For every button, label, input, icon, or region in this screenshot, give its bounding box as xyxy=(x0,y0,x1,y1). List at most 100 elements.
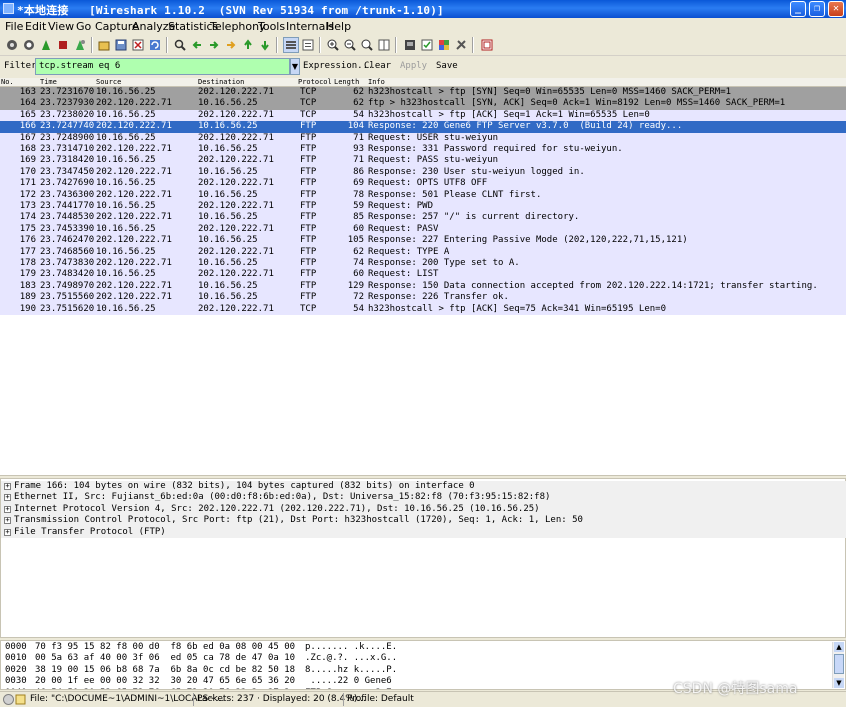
packet-row[interactable]: 179 23.7483420 10.16.56.25 202.120.222.71 FT… xyxy=(0,269,846,281)
packet-row[interactable]: 167 23.7248900 10.16.56.25 202.120.222.71 FT… xyxy=(0,132,846,144)
minimize-button[interactable]: _ xyxy=(790,1,806,17)
maximize-button[interactable]: ❐ xyxy=(809,1,825,17)
packet-cell-len: 71 xyxy=(353,132,364,143)
expand-icon[interactable]: + xyxy=(4,505,11,513)
reload-icon[interactable] xyxy=(147,37,163,53)
save-file-icon[interactable] xyxy=(113,37,129,53)
preferences-icon[interactable] xyxy=(453,37,469,53)
detail-tree-item[interactable]: + Internet Protocol Version 4, Src: 202.1… xyxy=(1,503,846,516)
packet-row[interactable]: 175 23.7453390 10.16.56.25 202.120.222.71 FT… xyxy=(0,223,846,236)
packet-row[interactable]: 178 23.7473830 202.120.222.71 10.16.56.25 FT… xyxy=(0,258,846,270)
expand-icon[interactable]: + xyxy=(4,517,11,525)
bytes-scrollbar[interactable]: ▲ ▼ xyxy=(832,642,844,688)
packet-row[interactable]: 190 23.7515620 10.16.56.25 202.120.222.71 TC… xyxy=(0,303,846,315)
column-header-destination[interactable]: Destination xyxy=(198,78,244,86)
go-first-icon[interactable] xyxy=(240,37,256,53)
packet-row[interactable]: 176 23.7462470 202.120.222.71 10.16.56.25 FT… xyxy=(0,235,846,247)
scroll-thumb[interactable] xyxy=(834,654,844,674)
filter-history-dropdown[interactable]: ▼ xyxy=(290,58,300,75)
menu-view[interactable]: View xyxy=(48,20,74,33)
menu-tools[interactable]: Tools xyxy=(258,20,285,33)
coloring-rules-icon[interactable] xyxy=(436,37,452,53)
packet-row[interactable]: 171 23.7427690 10.16.56.25 202.120.222.71 FT… xyxy=(0,178,846,190)
detail-tree-item[interactable]: + Transmission Control Protocol, Src Port… xyxy=(1,515,846,527)
packet-cell-time: 23.7483420 xyxy=(40,269,95,280)
column-header-length[interactable]: Length xyxy=(334,78,359,86)
save-filter-button[interactable]: Save xyxy=(436,61,458,71)
detail-tree-item[interactable]: + Ethernet II, Src: Fujianst_6b:ed:0a (00… xyxy=(1,492,846,504)
column-header-time[interactable]: Time xyxy=(40,78,57,86)
expression-button[interactable]: Expression... xyxy=(303,61,373,71)
packet-row[interactable]: 169 23.7318420 10.16.56.25 202.120.222.71 FT… xyxy=(0,155,846,167)
hex-row[interactable]: 0020 38 19 00 15 06 b8 68 7a 6b 8a 0c cd … xyxy=(1,665,841,676)
go-last-icon[interactable] xyxy=(257,37,273,53)
status-profile[interactable]: Profile: Default xyxy=(347,694,414,704)
packet-cell-proto: FTP xyxy=(300,292,317,303)
expand-icon[interactable]: + xyxy=(4,494,11,502)
column-header-no[interactable]: No. xyxy=(1,78,14,86)
packet-cell-proto: TCP xyxy=(300,98,317,109)
capture-options-icon[interactable] xyxy=(21,37,37,53)
packet-row[interactable]: 165 23.7238020 10.16.56.25 202.120.222.71 TC… xyxy=(0,109,846,122)
detail-tree-item[interactable]: + Frame 166: 104 bytes on wire (832 bits)… xyxy=(1,481,846,493)
packet-cell-len: 86 xyxy=(353,166,364,177)
packet-row[interactable]: 164 23.7237930 202.120.222.71 10.16.56.25 TC… xyxy=(0,98,846,110)
packet-cell-src: 202.120.222.71 xyxy=(96,121,172,132)
packet-cell-dst: 202.120.222.71 xyxy=(198,303,274,314)
resize-columns-icon[interactable] xyxy=(376,37,392,53)
expand-icon[interactable]: + xyxy=(4,483,11,490)
packet-cell-dst: 202.120.222.71 xyxy=(198,223,274,234)
start-capture-icon[interactable] xyxy=(38,37,54,53)
open-file-icon[interactable] xyxy=(96,37,112,53)
hex-row[interactable]: 0000 70 f3 95 15 82 f8 00 d0 f8 6b ed 0a … xyxy=(1,642,841,653)
capture-comments-icon[interactable] xyxy=(15,694,26,705)
go-forward-icon[interactable] xyxy=(206,37,222,53)
expand-icon[interactable]: + xyxy=(4,528,11,536)
menu-go[interactable]: Go xyxy=(76,20,91,33)
toolbar-separator xyxy=(91,37,93,53)
apply-filter-button[interactable]: Apply xyxy=(400,61,427,71)
packet-row[interactable]: 177 23.7468560 10.16.56.25 202.120.222.71 FT… xyxy=(0,246,846,258)
column-header-source[interactable]: Source xyxy=(96,78,121,86)
packet-row[interactable]: 172 23.7436300 202.120.222.71 10.16.56.25 FT… xyxy=(0,189,846,201)
find-packet-icon[interactable] xyxy=(172,37,188,53)
display-filters-icon[interactable] xyxy=(419,37,435,53)
display-filter-input[interactable]: tcp.stream eq 6 xyxy=(35,58,290,75)
scroll-down-icon[interactable]: ▼ xyxy=(834,678,844,688)
restart-capture-icon[interactable] xyxy=(72,37,88,53)
packet-row[interactable]: 163 23.7231670 10.16.56.25 202.120.222.71 TC… xyxy=(0,87,846,99)
stop-capture-icon[interactable] xyxy=(55,37,71,53)
zoom-out-icon[interactable] xyxy=(342,37,358,53)
help-icon[interactable] xyxy=(479,37,495,53)
packet-cell-src: 10.16.56.25 xyxy=(96,87,156,97)
colorize-icon[interactable] xyxy=(283,37,299,53)
scroll-up-icon[interactable]: ▲ xyxy=(834,642,844,652)
zoom-in-icon[interactable] xyxy=(325,37,341,53)
packet-row[interactable]: 166 23.7247740 202.120.222.71 10.16.56.25 FT… xyxy=(0,121,846,133)
capture-filters-icon[interactable] xyxy=(402,37,418,53)
normal-size-icon[interactable] xyxy=(359,37,375,53)
clear-filter-button[interactable]: Clear xyxy=(364,61,391,71)
packet-row[interactable]: 183 23.7498970 202.120.222.71 10.16.56.25 FT… xyxy=(0,280,846,293)
menu-edit[interactable]: Edit xyxy=(25,20,46,33)
close-button[interactable]: ✕ xyxy=(828,1,844,17)
column-header-info[interactable]: Info xyxy=(368,78,385,86)
go-to-packet-icon[interactable] xyxy=(223,37,239,53)
hex-row[interactable]: 0010 00 5a 63 af 40 00 3f 06 ed 05 ca 78 … xyxy=(1,653,841,664)
detail-tree-item[interactable]: + File Transfer Protocol (FTP) xyxy=(1,526,846,538)
packet-row[interactable]: 189 23.7515560 202.120.222.71 10.16.56.25 FT… xyxy=(0,292,846,304)
packet-cell-info: Response: 257 "/" is current directory. xyxy=(368,212,580,223)
packet-row[interactable]: 174 23.7448530 202.120.222.71 10.16.56.25 FT… xyxy=(0,212,846,224)
expert-info-icon[interactable] xyxy=(3,694,14,705)
packet-row[interactable]: 168 23.7314710 202.120.222.71 10.16.56.25 FT… xyxy=(0,144,846,156)
close-file-icon[interactable] xyxy=(130,37,146,53)
column-header-protocol[interactable]: Protocol xyxy=(298,78,332,86)
packet-cell-proto: FTP xyxy=(300,201,317,211)
auto-scroll-icon[interactable] xyxy=(300,37,316,53)
interface-list-icon[interactable] xyxy=(4,37,20,53)
packet-row[interactable]: 173 23.7441770 10.16.56.25 202.120.222.71 FT… xyxy=(0,201,846,213)
menu-help[interactable]: Help xyxy=(326,20,351,33)
packet-row[interactable]: 170 23.7347450 202.120.222.71 10.16.56.25 FT… xyxy=(0,166,846,179)
menu-file[interactable]: File xyxy=(5,20,23,33)
go-back-icon[interactable] xyxy=(189,37,205,53)
